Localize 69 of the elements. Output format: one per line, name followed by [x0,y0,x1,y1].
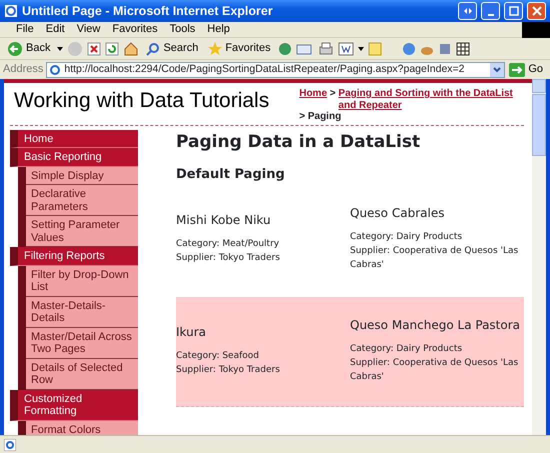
breadcrumb-link[interactable]: Home [299,88,328,99]
page-heading: Paging Data in a DataList [176,130,422,154]
product-name: Ikura [176,325,208,339]
product-name: Queso Manchego La Pastora [350,318,520,332]
sidebar-link[interactable]: Master/Detail Across Two Pages [26,328,138,358]
sidebar-link[interactable]: Declarative Parameters [26,185,138,216]
browser-icon [4,4,18,18]
product-name: Queso Cabrales [350,206,446,220]
site-title: Working with Data Tutorials [14,88,270,114]
mail-icon[interactable] [296,42,314,56]
maximize-button[interactable] [504,2,523,20]
address-label: Address [3,62,44,78]
minimize-button[interactable] [481,2,500,20]
sidebar-link[interactable]: Setting Parameter Values [26,216,138,247]
address-field[interactable]: http://localhost:2294/Code/PagingSortingDataListRepeater/Paging.aspx?pageIndex=2 [46,62,506,78]
product-category: Category: Dairy Products [350,230,464,244]
window-button[interactable] [458,2,477,20]
sidebar-section[interactable]: Customized Formatting [10,390,138,420]
page-icon [49,64,62,76]
sidebar-section[interactable]: Basic Reporting [10,148,138,166]
product-supplier: Supplier: Tokyo Traders [176,364,281,377]
home-icon[interactable] [123,42,140,56]
breadcrumb-link[interactable]: Paging and Sorting with the DataList and Repeater [338,88,518,111]
close-icon [532,6,542,16]
stop-icon[interactable] [87,42,102,56]
breadcrumb-separator: > [299,111,306,122]
product-category: Category: Dairy Products [350,343,464,356]
breadcrumb-separator: > [330,88,336,99]
close-button[interactable] [527,2,546,20]
window-title: Untitled Page - Microsoft Internet Explorer [22,2,273,20]
sidebar-link[interactable]: Format Colors [26,420,138,435]
favorites-button[interactable]: Favorites [205,40,274,57]
product-supplier: Supplier: Cooperativa de Quesos 'Las Cabras' [350,244,520,272]
grid-icon[interactable] [456,42,470,56]
edit-icon[interactable] [338,42,354,56]
breadcrumb-current: Paging [308,111,342,122]
menu-item[interactable]: Help [201,21,236,38]
page-icon [4,438,16,450]
menu-item[interactable]: Edit [40,21,71,38]
back-button[interactable]: Back [4,40,54,57]
menu-item[interactable]: File [10,21,40,38]
menu-item[interactable]: Favorites [106,21,164,38]
refresh-icon[interactable] [105,42,120,56]
print-icon[interactable] [318,42,334,56]
go-arrow-icon [509,62,526,76]
product-category: Category: Seafood [176,350,260,363]
sidebar-section[interactable]: Filtering Reports [10,247,138,266]
menu-item[interactable]: Tools [164,21,202,38]
sidebar-link[interactable]: Simple Display [26,166,138,185]
search-icon [146,42,160,56]
sidebar-section[interactable]: Home [10,130,138,148]
search-button[interactable]: Search [143,40,202,57]
maximize-icon [508,6,518,16]
sidebar-link[interactable]: Filter by Drop-Down List [26,266,138,296]
scrollbar[interactable] [532,79,546,435]
arrows-icon [462,6,472,16]
product-supplier: Supplier: Cooperativa de Quesos 'Las Cabras' [350,357,520,384]
sidebar-link[interactable]: Master-Details-Details [26,296,138,328]
minimize-icon [488,14,494,16]
menu-item[interactable]: View [70,21,106,38]
product-supplier: Supplier: Tokyo Traders [176,252,281,264]
product-name: Mishi Kobe Niku [176,212,272,226]
section-heading: Default Paging [176,166,286,184]
dropdown-arrow-icon[interactable] [57,46,64,50]
product-category: Category: Meat/Poultry [176,238,280,250]
star-icon [208,42,222,56]
dropdown-arrow-icon[interactable] [358,46,364,50]
sidebar-link[interactable]: Details of Selected Row [26,358,138,390]
go-button[interactable]: Go [505,61,547,78]
